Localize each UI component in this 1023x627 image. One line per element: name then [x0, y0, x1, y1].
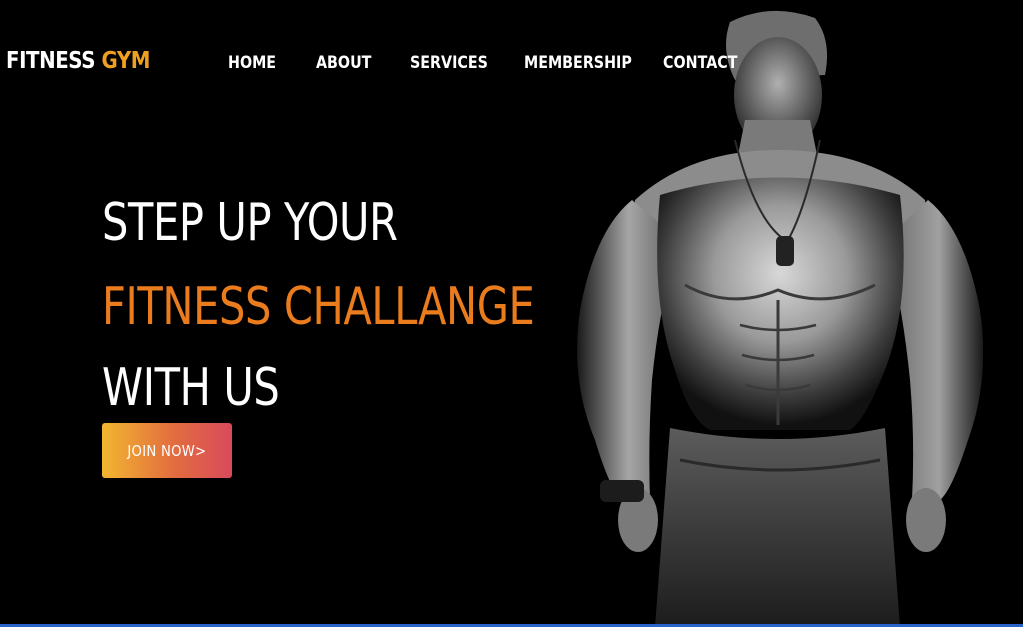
nav-membership-link[interactable]: MEMBERSHIP	[524, 51, 632, 75]
nav-services-link[interactable]: SERVICES	[410, 51, 488, 75]
join-now-label: JOIN NOW>	[127, 441, 207, 460]
join-now-button[interactable]: JOIN NOW>	[102, 423, 232, 478]
hero-headline-line2: FITNESS CHALLANGE	[102, 277, 535, 337]
brand-name-part2: GYM	[101, 48, 151, 74]
brand-name-part1: FITNESS	[6, 48, 96, 74]
nav-contact-link[interactable]: CONTACT	[663, 51, 737, 75]
nav-home-link[interactable]: HOME	[228, 51, 276, 75]
hero-athlete-image	[540, 0, 1023, 627]
hero-headline-line3: WITH US	[102, 358, 280, 418]
hero-headline-line1: STEP UP YOUR	[102, 193, 398, 253]
nav-about-link[interactable]: ABOUT	[316, 51, 371, 75]
brand-logo[interactable]: FITNESS GYM	[6, 46, 150, 76]
